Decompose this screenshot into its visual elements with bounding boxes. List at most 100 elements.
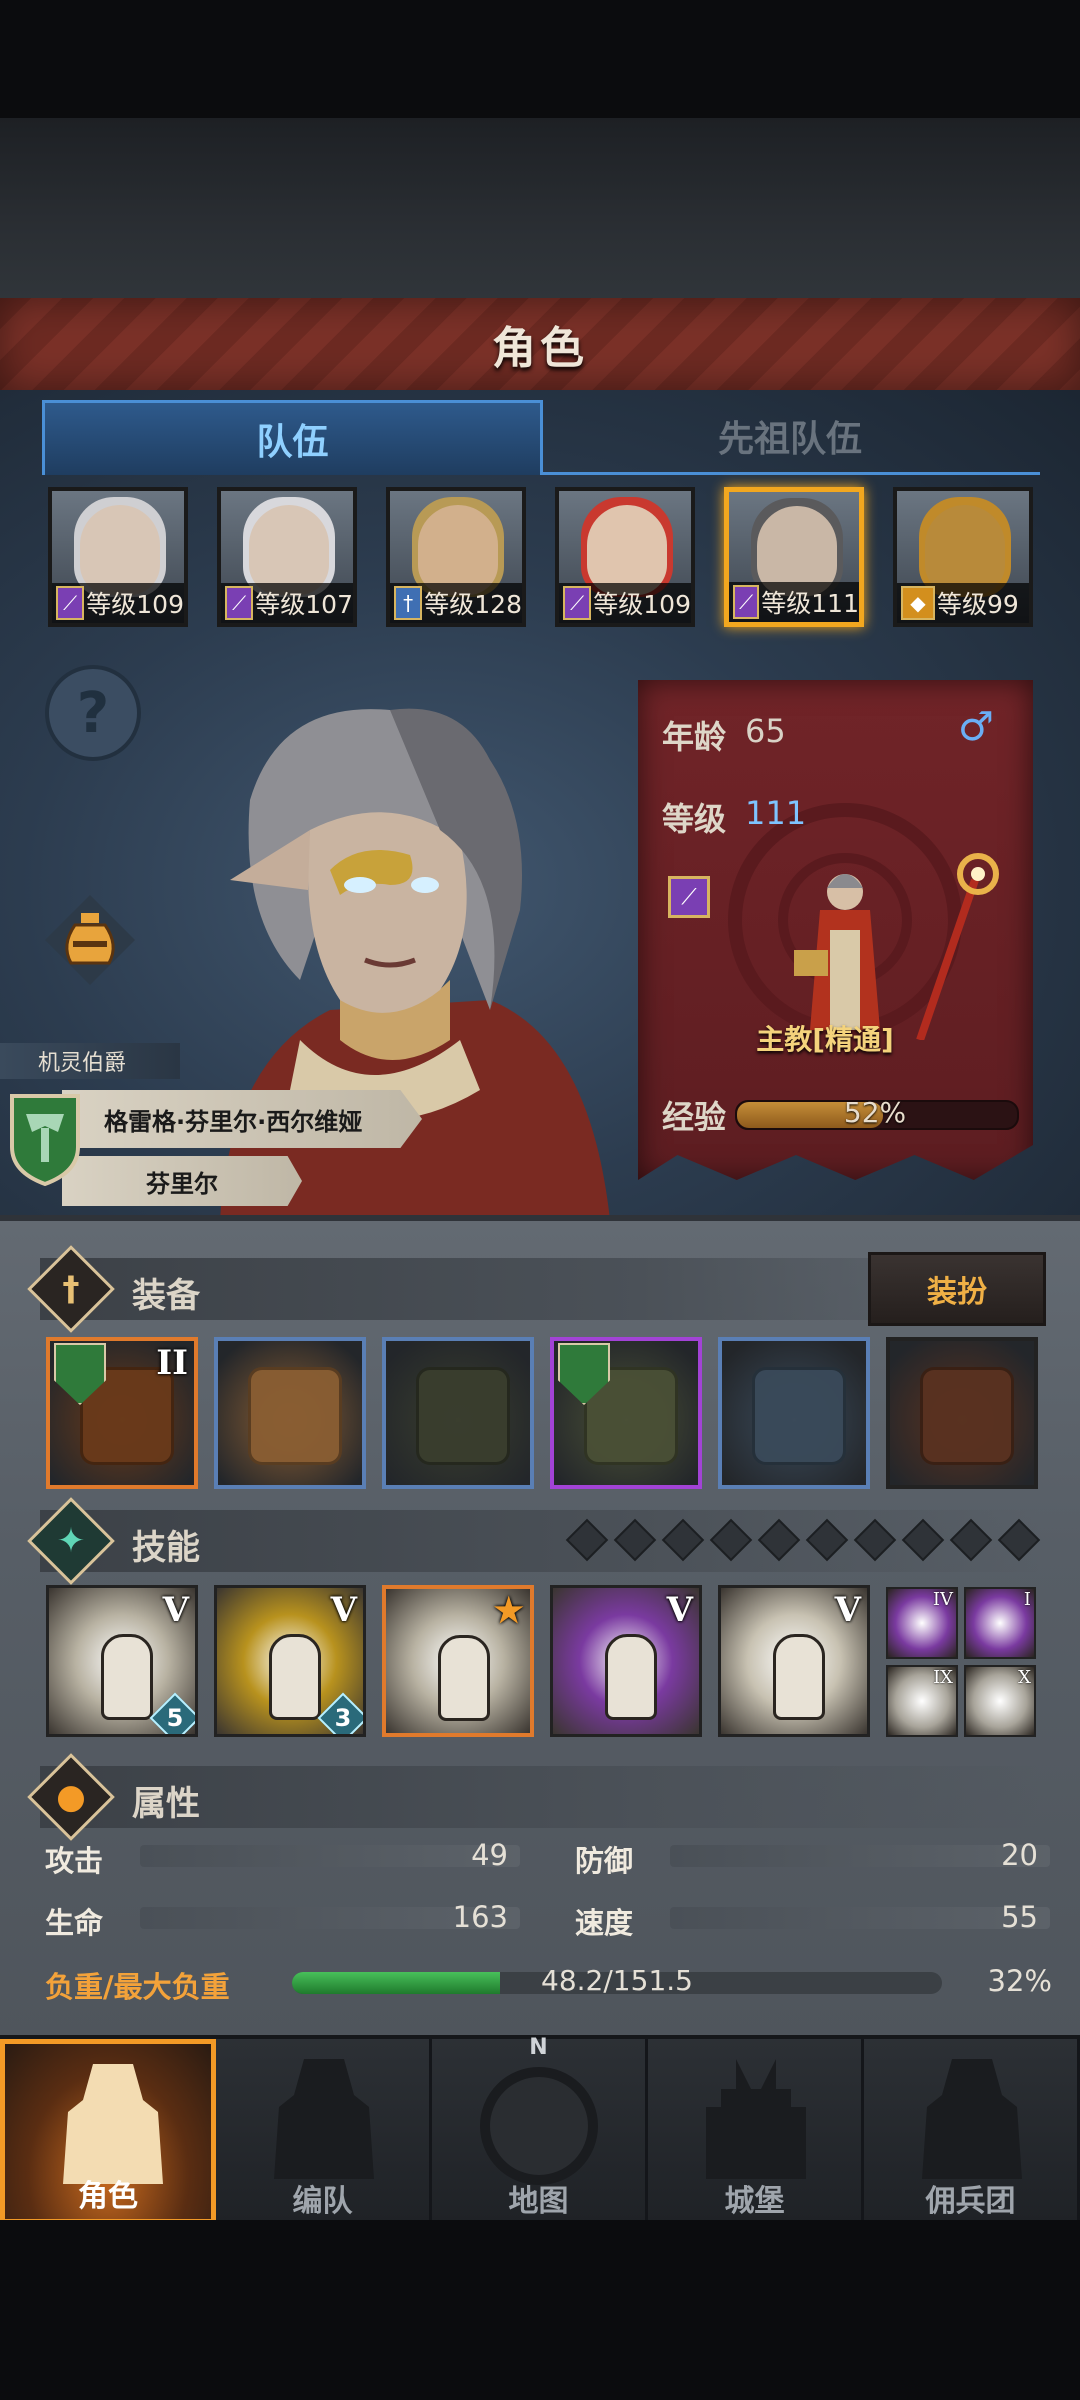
roster-card[interactable]: ⟋ 等级109 <box>555 487 695 627</box>
page-title: 角色 <box>492 323 588 374</box>
class-figure <box>794 853 999 1040</box>
roster-level: 等级109 <box>86 590 184 619</box>
passive-rank: X <box>1018 1667 1031 1688</box>
crystal-summon-icon <box>438 1635 490 1721</box>
roster-level-bar: † 等级128 <box>390 583 522 623</box>
exp-label: 经验 <box>662 1098 727 1136</box>
level-label: 等级 <box>662 800 727 838</box>
skill-slot-crystal-prayer[interactable]: V <box>718 1585 870 1737</box>
roster-level-bar: ◆ 等级99 <box>897 583 1029 623</box>
boots-icon <box>752 1367 846 1465</box>
system-area <box>0 2220 1080 2400</box>
nav-knight[interactable]: 角色 <box>0 2039 216 2224</box>
attack-label: 攻击 <box>45 1844 104 1878</box>
roster-level: 等级109 <box>593 590 691 619</box>
nav-mercenary[interactable]: 佣兵团 <box>864 2039 1080 2224</box>
nav-label: 地图 <box>508 2184 569 2219</box>
equipment-slot-hood[interactable] <box>382 1337 534 1489</box>
sword-icon: † <box>394 586 423 620</box>
holy-shield-icon <box>269 1634 321 1720</box>
person-icon: ● <box>56 1777 86 1817</box>
faction-shield-icon[interactable] <box>8 1092 82 1186</box>
skill-count: 3 <box>334 1704 352 1732</box>
mercenary-icon <box>922 2059 1022 2179</box>
roster-level-bar: ⟋ 等级109 <box>52 583 184 623</box>
skills-title: 技能 <box>132 1528 200 1568</box>
nav-label: 角色 <box>78 2179 138 2214</box>
roster-level-bar: ⟋ 等级107 <box>221 583 353 623</box>
crystal-prayer-icon <box>773 1634 825 1720</box>
roster-card[interactable]: ◆ 等级99 <box>893 487 1033 627</box>
compass-north-label: N <box>529 2035 548 2060</box>
speed-value: 55 <box>1001 1900 1038 1934</box>
passive-shield-passive[interactable]: IV <box>886 1587 958 1659</box>
staff-icon: ⟋ <box>225 586 254 620</box>
nav-helmet[interactable]: 编队 <box>216 2039 432 2224</box>
passive-rank: IX <box>933 1667 953 1688</box>
roster-card[interactable]: ⟋ 等级109 <box>48 487 188 627</box>
skill-rank: V <box>162 1590 189 1630</box>
short-name-plate[interactable]: 芬里尔 <box>62 1156 302 1206</box>
nav-castle[interactable]: 城堡 <box>648 2039 864 2224</box>
class-name: 主教[精通] <box>756 1023 894 1056</box>
passive-burst-passive[interactable]: IX <box>886 1665 958 1737</box>
hood-icon <box>416 1367 510 1465</box>
skill-count: 5 <box>166 1704 184 1732</box>
speed-label: 速度 <box>575 1906 634 1940</box>
male-symbol-icon: ♂ <box>958 704 994 750</box>
age-label: 年龄 <box>662 718 727 756</box>
roster-level-bar: ⟋ 等级109 <box>559 583 691 623</box>
staff-icon: ⟋ <box>733 585 760 619</box>
roster-portrait <box>418 505 498 595</box>
roster-portrait <box>587 505 667 595</box>
tab-team[interactable]: 队伍 <box>42 400 543 475</box>
potion-button[interactable] <box>45 895 135 985</box>
bottom-nav: 角色 编队 N 地图 城堡 佣兵团 <box>0 2035 1080 2224</box>
passive-explosion-passive[interactable]: X <box>964 1665 1036 1737</box>
nav-label: 佣兵团 <box>925 2184 1016 2219</box>
age-value: 65 <box>745 712 786 750</box>
help-button[interactable]: ? <box>45 665 141 761</box>
skill-slot-spear-summon[interactable]: V5 <box>46 1585 198 1737</box>
skill-slot-crystal-summon[interactable]: ★ <box>382 1585 534 1737</box>
exp-percent: 52% <box>843 1096 907 1129</box>
passive-staff-passive[interactable]: I <box>964 1587 1036 1659</box>
equipment-rank: II <box>156 1343 188 1383</box>
equipment-slot-wooden-box[interactable] <box>214 1337 366 1489</box>
equipment-slot-fur-armor[interactable] <box>550 1337 702 1489</box>
attributes-header: ● 属性 <box>27 1753 1040 1841</box>
roster-level: 等级128 <box>424 590 522 619</box>
skill-rank: V <box>834 1590 861 1630</box>
equipment-title: 装备 <box>132 1276 200 1316</box>
weight-value: 48.2/151.5 <box>541 1964 693 1997</box>
compass-icon <box>480 2067 598 2185</box>
attack-value: 49 <box>471 1838 508 1872</box>
equipment-slot-staff[interactable]: II <box>46 1337 198 1489</box>
star-icon: ✦ <box>56 1521 86 1561</box>
tab-ancestor-team[interactable]: 先祖队伍 <box>540 400 1040 475</box>
castle-icon <box>706 2059 806 2179</box>
top-backdrop <box>0 118 1080 298</box>
skill-slot-holy-shield[interactable]: V3 <box>214 1585 366 1737</box>
nav-compass[interactable]: N 地图 <box>432 2035 648 2224</box>
staff-class-icon: ⟋ <box>668 876 710 918</box>
outfit-button[interactable]: 装扮 <box>868 1252 1046 1326</box>
level-value: 111 <box>745 794 807 832</box>
short-name: 芬里尔 <box>146 1169 218 1198</box>
wooden-box-icon <box>248 1367 342 1465</box>
equipment-slot-book[interactable] <box>886 1337 1038 1489</box>
roster-card[interactable]: † 等级128 <box>386 487 526 627</box>
staff-icon: ⟋ <box>563 586 592 620</box>
rank-text: 机灵伯爵 <box>38 1051 127 1076</box>
roster-card[interactable]: ⟋ 等级111 <box>724 487 864 627</box>
title-banner: 角色 <box>0 298 1080 394</box>
rank-label: 机灵伯爵 <box>0 1043 180 1079</box>
roster-portrait <box>249 505 329 595</box>
full-name: 格雷格·芬里尔·西尔维娅 <box>104 1107 363 1136</box>
roster-card[interactable]: ⟋ 等级107 <box>217 487 357 627</box>
equipment-slot-boots[interactable] <box>718 1337 870 1489</box>
skill-slot-crystal-prayer-purple[interactable]: V <box>550 1585 702 1737</box>
defense-label: 防御 <box>575 1844 634 1878</box>
shield-icon: ◆ <box>901 586 935 620</box>
dagger-icon: † <box>62 1269 80 1309</box>
